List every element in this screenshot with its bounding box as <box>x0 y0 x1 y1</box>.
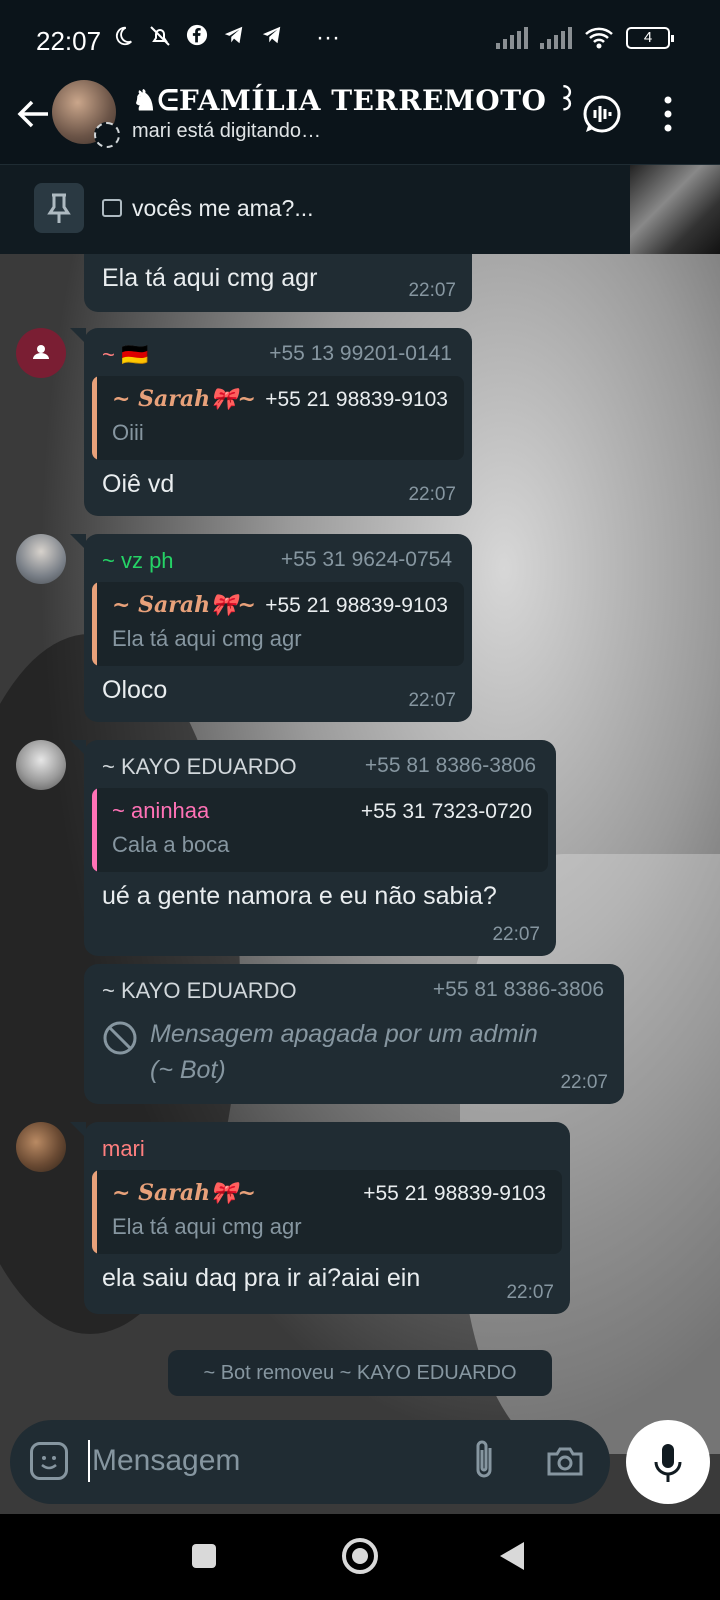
sender-name[interactable]: ~ KAYO EDUARDO <box>102 978 297 1004</box>
blocked-icon <box>103 1021 137 1055</box>
message-time: 22:07 <box>408 690 456 711</box>
sender-avatar[interactable] <box>16 328 66 378</box>
sender-name[interactable]: ~ KAYO EDUARDO <box>102 754 297 780</box>
more-icon: ··· <box>316 24 340 51</box>
message-input-bar[interactable]: Mensagem <box>10 1420 610 1504</box>
quote-text: Cala a boca <box>112 832 230 857</box>
system-message: ~ Bot removeu ~ KAYO EDUARDO <box>168 1350 552 1396</box>
sender-avatar[interactable] <box>16 740 66 790</box>
sender-phone: +55 13 99201-0141 <box>269 342 452 365</box>
quote-bar <box>92 1170 97 1254</box>
sender-name[interactable]: mari <box>102 1136 145 1162</box>
sender-avatar[interactable] <box>16 534 66 584</box>
quote-sender: ~ Sarah🎀~ <box>112 386 256 412</box>
chat-area[interactable]: Ela tá aqui cmg agr 22:07 ~ 🇩🇪 +55 13 99… <box>0 254 720 1514</box>
message-text: Ela tá aqui cmg agr <box>102 264 318 292</box>
top-bar: 22:07 ··· 4 ♞ᕮFAMÍLIA TERREMOTO ꒱ mari e… <box>0 0 720 164</box>
telegram-icon <box>262 26 281 44</box>
sender-phone: +55 31 9624-0754 <box>280 548 452 571</box>
status-time: 22:07 <box>36 26 102 56</box>
quote-bar <box>92 788 97 872</box>
message-time: 22:07 <box>408 280 456 301</box>
telegram-icon <box>224 26 243 44</box>
sender-phone: +55 81 8386-3806 <box>364 754 536 777</box>
back-button[interactable] <box>500 1542 524 1570</box>
message-bubble[interactable]: ~ KAYO EDUARDO +55 81 8386-3806 Mensagem… <box>84 964 624 1104</box>
quote-text: Ela tá aqui cmg agr <box>112 626 302 651</box>
message-text: ela saiu daq pra ir ai?aiai ein <box>102 1264 421 1292</box>
quote-phone: +55 21 98839-9103 <box>265 594 448 617</box>
sender-avatar[interactable] <box>16 1122 66 1172</box>
bubble-tail <box>70 1122 86 1138</box>
message-time: 22:07 <box>560 1072 608 1093</box>
sender-name[interactable]: ~ vz ph <box>102 548 174 574</box>
quote-phone: +55 31 7323-0720 <box>360 800 532 823</box>
typing-indicator: mari está digitando… <box>132 120 321 142</box>
pin-icon[interactable] <box>34 183 84 233</box>
deleted-message-text: Mensagem apagada por um admin <box>150 1020 538 1048</box>
message-time: 22:07 <box>492 924 540 945</box>
mic-icon <box>654 1444 682 1482</box>
sender-phone: +55 81 8386-3806 <box>432 978 604 1001</box>
bubble-tail <box>70 328 86 344</box>
message-bubble[interactable]: ~ vz ph +55 31 9624-0754 ~ Sarah🎀~ +55 2… <box>70 534 472 722</box>
message-bubble[interactable]: ~ KAYO EDUARDO +55 81 8386-3806 ~ aninha… <box>70 740 556 956</box>
pinned-message-bar[interactable]: vocês me ama?... <box>0 164 720 255</box>
message-text: ué a gente namora e eu não sabia? <box>102 882 497 910</box>
camera-icon[interactable] <box>546 1446 584 1476</box>
moon-icon <box>115 26 132 46</box>
back-arrow-icon[interactable] <box>14 94 54 134</box>
signal-icon <box>540 27 572 49</box>
mic-button[interactable] <box>626 1420 710 1504</box>
quoted-message[interactable]: ~ Sarah🎀~ +55 21 98839-9103 Oiii <box>92 376 464 460</box>
home-button[interactable] <box>342 1538 378 1574</box>
group-name[interactable]: ♞ᕮFAMÍLIA TERREMOTO ꒱ <box>132 80 579 118</box>
mute-icon <box>150 26 170 46</box>
quoted-message[interactable]: ~ aninhaa +55 31 7323-0720 Cala a boca <box>92 788 548 872</box>
quote-text: Ela tá aqui cmg agr <box>112 1214 302 1239</box>
attach-icon[interactable] <box>470 1438 500 1484</box>
quoted-message[interactable]: ~ Sarah🎀~ +55 21 98839-9103 Ela tá aqui … <box>92 582 464 666</box>
bubble-tail <box>70 740 86 756</box>
facebook-icon <box>186 24 208 46</box>
message-bubble[interactable]: ~ 🇩🇪 +55 13 99201-0141 ~ Sarah🎀~ +55 21 … <box>70 328 472 516</box>
message-time: 22:07 <box>506 1282 554 1303</box>
quote-sender: ~ aninhaa <box>112 798 210 823</box>
message-text: Oloco <box>102 676 168 704</box>
status-ring-icon <box>94 122 120 148</box>
recents-button[interactable] <box>192 1544 216 1568</box>
pinned-text: vocês me ama?... <box>132 195 314 221</box>
quote-sender: ~ Sarah🎀~ <box>112 1180 256 1206</box>
signal-icon <box>496 27 528 49</box>
text-caret <box>88 1440 90 1482</box>
message-input[interactable]: Mensagem <box>92 1444 240 1478</box>
pinned-thumbnail[interactable] <box>630 165 720 255</box>
quote-phone: +55 21 98839-9103 <box>265 388 448 411</box>
image-icon <box>102 199 122 217</box>
bubble-tail <box>70 534 86 550</box>
quote-phone: +55 21 98839-9103 <box>363 1182 546 1205</box>
voice-chat-icon[interactable] <box>580 92 624 136</box>
message-text: Oiê vd <box>102 470 175 498</box>
status-bar: 22:07 ··· 4 <box>0 0 720 80</box>
quote-sender: ~ Sarah🎀~ <box>112 592 256 618</box>
deleted-message-author: (~ Bot) <box>150 1056 226 1084</box>
message-time: 22:07 <box>408 484 456 505</box>
quoted-message[interactable]: ~ Sarah🎀~ +55 21 98839-9103 Ela tá aqui … <box>92 1170 562 1254</box>
navigation-bar <box>0 1514 720 1600</box>
sender-name[interactable]: ~ 🇩🇪 <box>102 342 148 368</box>
menu-dots-icon[interactable] <box>660 94 676 134</box>
quote-bar <box>92 376 97 460</box>
quote-text: Oiii <box>112 420 144 445</box>
wifi-icon <box>585 27 613 49</box>
status-right: 4 <box>496 26 674 50</box>
quote-bar <box>92 582 97 666</box>
message-bubble[interactable]: Ela tá aqui cmg agr 22:07 <box>84 254 472 312</box>
status-icons: ··· <box>112 24 340 52</box>
battery-icon: 4 <box>626 27 674 49</box>
chat-header[interactable]: ♞ᕮFAMÍLIA TERREMOTO ꒱ mari está digitand… <box>0 80 720 164</box>
sticker-icon[interactable] <box>30 1442 68 1480</box>
message-bubble[interactable]: mari ~ Sarah🎀~ +55 21 98839-9103 Ela tá … <box>70 1122 570 1314</box>
